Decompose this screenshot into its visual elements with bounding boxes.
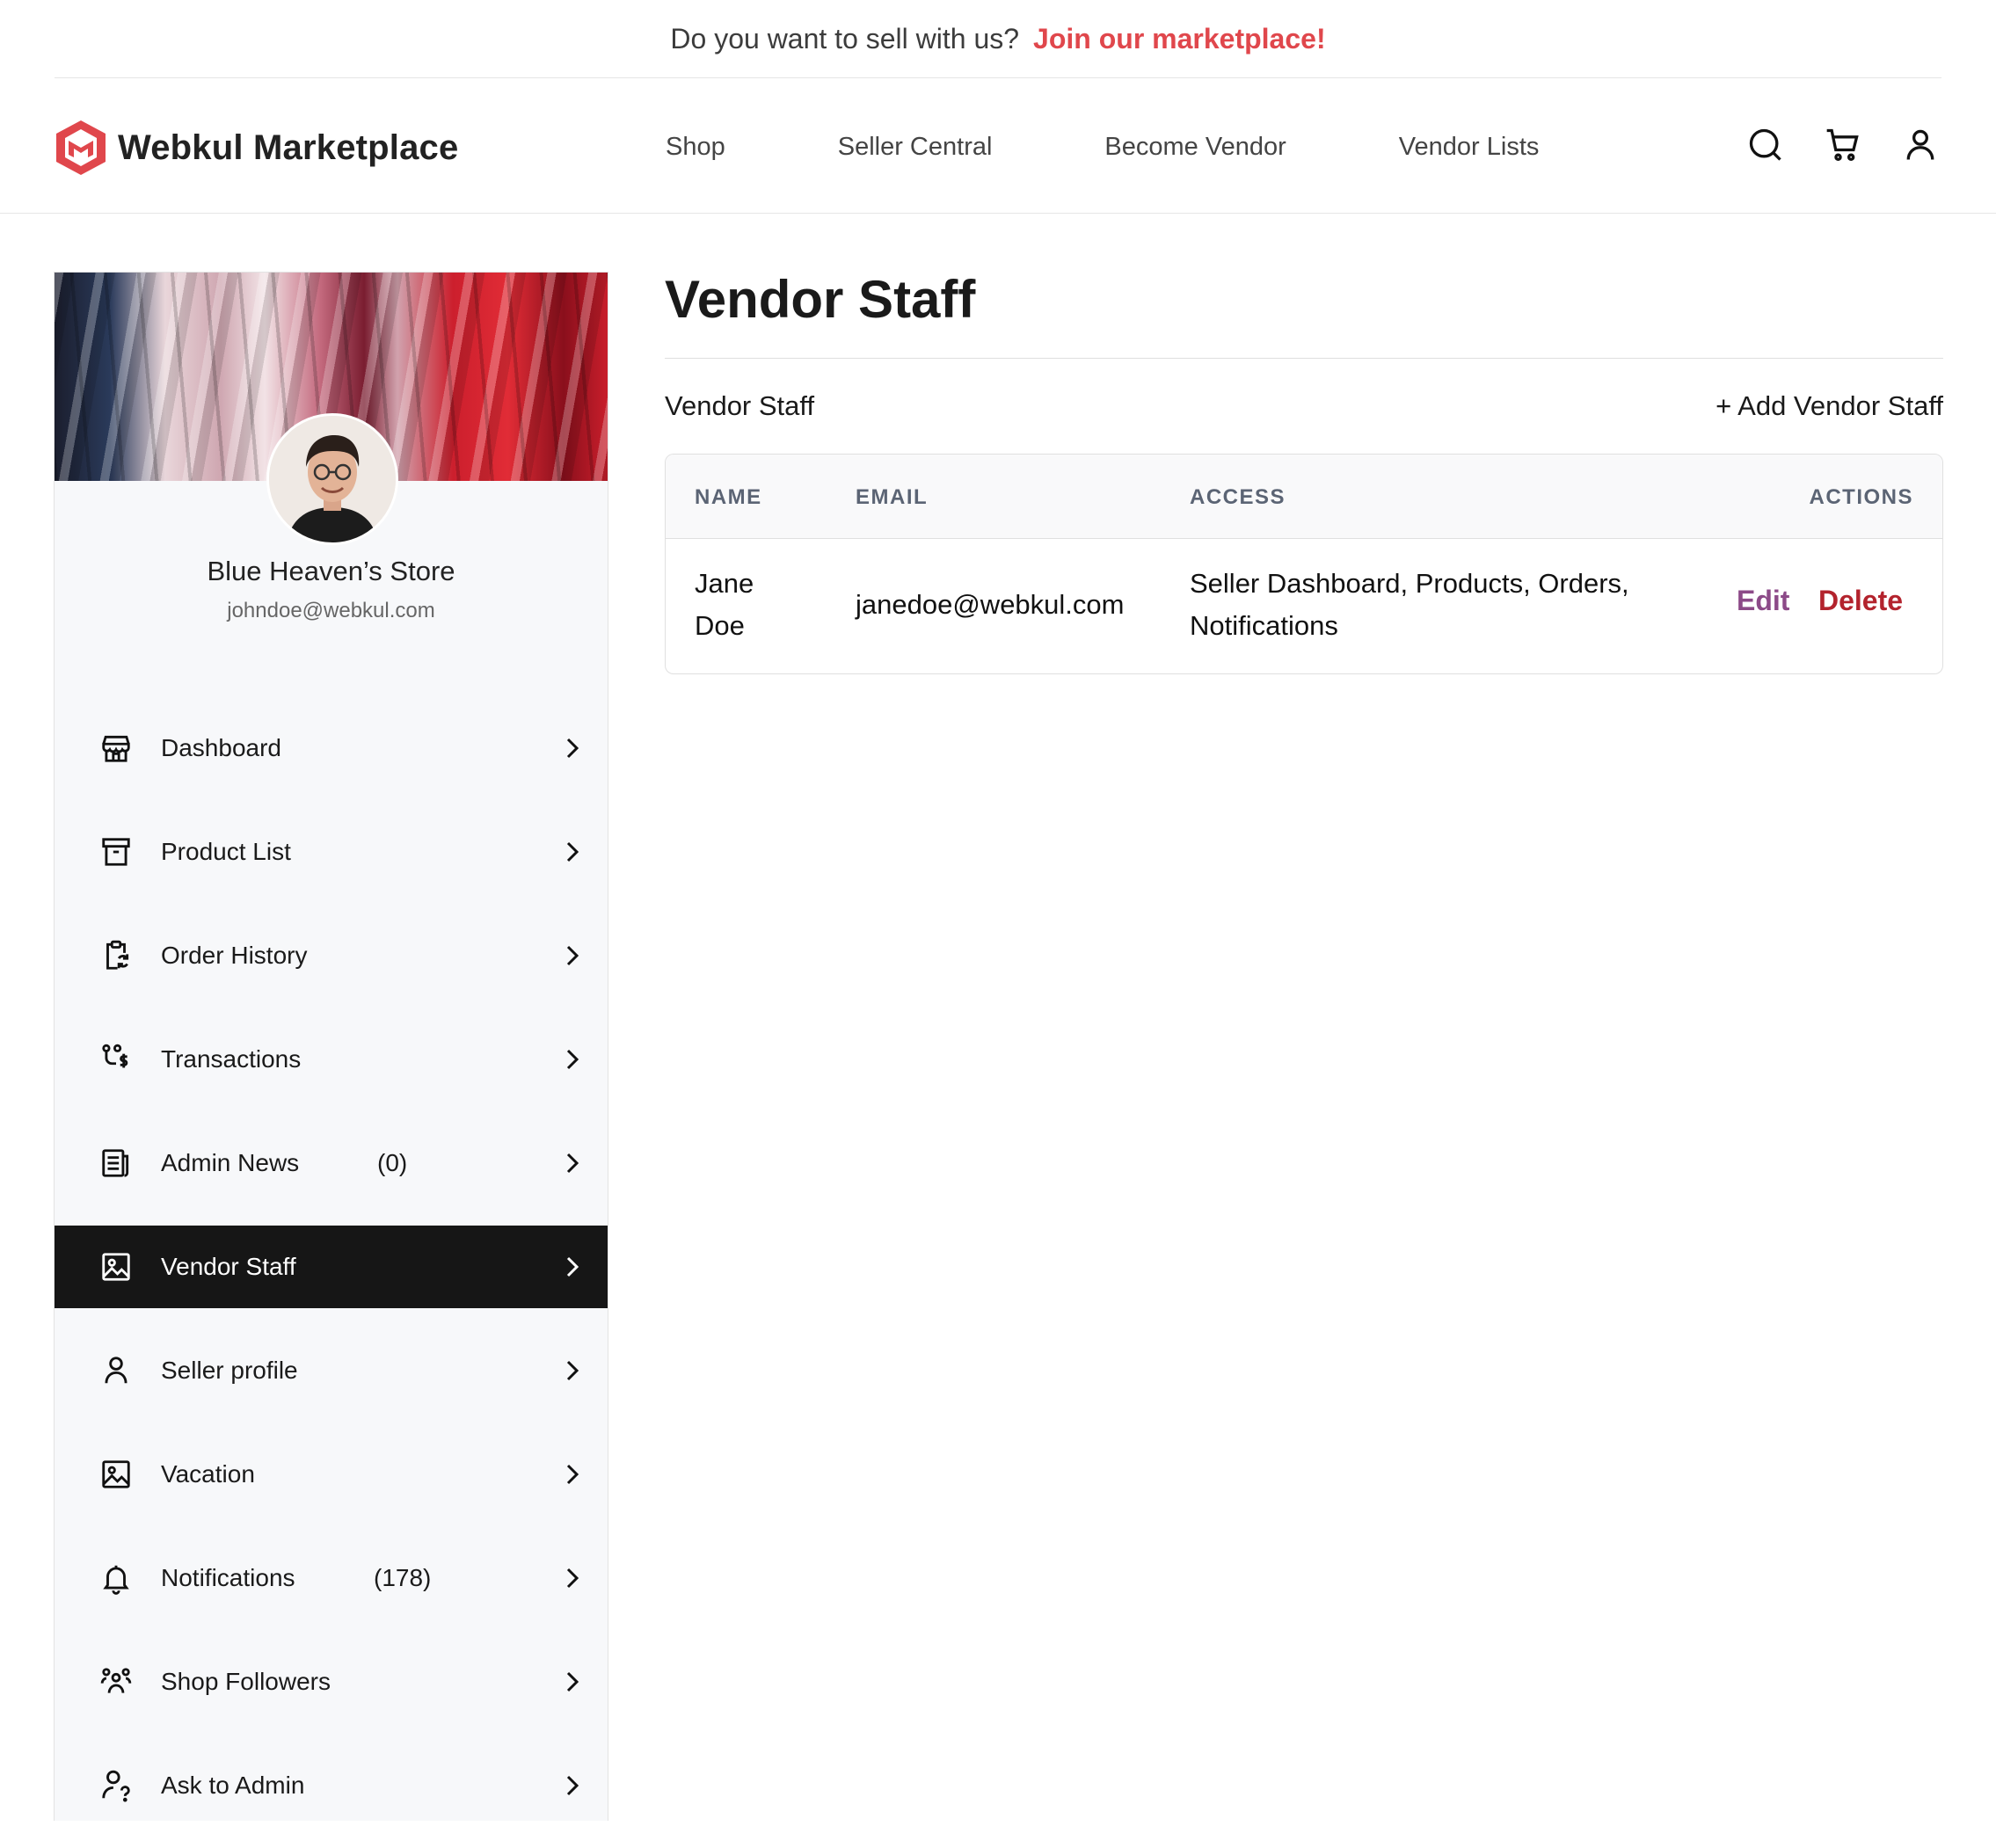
chevron-right-icon bbox=[563, 942, 582, 969]
chevron-right-icon bbox=[563, 1254, 582, 1280]
sidebar-item-label: Notifications bbox=[161, 1564, 295, 1591]
site-header: Webkul Marketplace Shop Seller Central B… bbox=[0, 78, 1996, 214]
nav-become-vendor[interactable]: Become Vendor bbox=[1104, 133, 1286, 162]
sidebar-item-label: Transactions bbox=[161, 1045, 302, 1073]
sidebar-item-label: Dashboard bbox=[161, 734, 281, 761]
avatar bbox=[266, 413, 398, 545]
sidebar-item-product-list[interactable]: Product List bbox=[55, 811, 608, 893]
sidebar-item-order-history[interactable]: Order History bbox=[55, 914, 608, 997]
vendor-sidebar: Blue Heaven’s Store johndoe@webkul.com D… bbox=[54, 272, 608, 1821]
sidebar-item-label: Product List bbox=[161, 838, 291, 865]
main-content: Vendor Staff Vendor Staff + Add Vendor S… bbox=[665, 272, 1943, 674]
account-user-icon[interactable] bbox=[1899, 124, 1941, 166]
sidebar-item-seller-profile[interactable]: Seller profile bbox=[55, 1329, 608, 1412]
column-header-email: EMAIL bbox=[856, 485, 929, 509]
section-title: Vendor Staff bbox=[665, 390, 815, 421]
store-icon bbox=[98, 731, 134, 766]
admin-news-count: (0) bbox=[377, 1149, 408, 1176]
user-question-icon bbox=[98, 1768, 134, 1803]
chevron-right-icon bbox=[563, 1150, 582, 1176]
column-header-name: NAME bbox=[695, 485, 762, 509]
archive-icon bbox=[98, 834, 134, 869]
sidebar-item-dashboard[interactable]: Dashboard bbox=[55, 707, 608, 789]
clipboard-sync-icon bbox=[98, 938, 134, 973]
sidebar-item-vacation[interactable]: Vacation bbox=[55, 1433, 608, 1516]
chevron-right-icon bbox=[563, 1046, 582, 1073]
chevron-right-icon bbox=[563, 1357, 582, 1384]
chevron-right-icon bbox=[563, 1565, 582, 1591]
user-icon bbox=[98, 1353, 134, 1388]
news-icon bbox=[98, 1146, 134, 1181]
sidebar-item-label: Seller profile bbox=[161, 1357, 298, 1384]
sidebar-item-label: Order History bbox=[161, 942, 308, 969]
sidebar-item-label: Admin News bbox=[161, 1149, 300, 1176]
nav-seller-central[interactable]: Seller Central bbox=[838, 133, 993, 162]
sidebar-item-shop-followers[interactable]: Shop Followers bbox=[55, 1641, 608, 1723]
chevron-right-icon bbox=[563, 1461, 582, 1488]
search-icon[interactable] bbox=[1745, 124, 1787, 166]
image-icon bbox=[98, 1249, 134, 1284]
brand-logo[interactable]: Webkul Marketplace bbox=[55, 119, 458, 177]
brand-name: Webkul Marketplace bbox=[118, 127, 459, 167]
edit-button[interactable]: Edit bbox=[1737, 585, 1789, 617]
nav-vendor-lists[interactable]: Vendor Lists bbox=[1399, 133, 1540, 162]
image-icon bbox=[98, 1457, 134, 1492]
main-nav: Shop Seller Central Become Vendor Vendor… bbox=[666, 133, 1651, 162]
delete-button[interactable]: Delete bbox=[1818, 585, 1903, 617]
sidebar-menu: Dashboard Product List Order History Tra… bbox=[55, 707, 608, 1848]
sidebar-item-label: Ask to Admin bbox=[161, 1772, 305, 1799]
sidebar-item-vendor-staff[interactable]: Vendor Staff bbox=[55, 1226, 608, 1308]
promo-text: Do you want to sell with us? bbox=[670, 22, 1020, 55]
page-title: Vendor Staff bbox=[665, 270, 976, 329]
staff-access: Seller Dashboard, Products, Orders, Noti… bbox=[1190, 568, 1629, 641]
users-icon bbox=[98, 1664, 134, 1699]
table-row: Jane Doe janedoe@webkul.com Seller Dashb… bbox=[666, 539, 1942, 673]
promo-bar: Do you want to sell with us? Join our ma… bbox=[55, 0, 1941, 78]
table-header: NAME EMAIL ACCESS ACTIONS bbox=[666, 455, 1942, 539]
sidebar-item-ask-to-admin[interactable]: Ask to Admin bbox=[55, 1744, 608, 1827]
store-email: johndoe@webkul.com bbox=[227, 599, 435, 622]
chevron-right-icon bbox=[563, 1772, 582, 1799]
sidebar-item-label: Vacation bbox=[161, 1460, 255, 1488]
section-header: Vendor Staff + Add Vendor Staff bbox=[665, 359, 1943, 454]
chevron-right-icon bbox=[563, 1669, 582, 1695]
cart-icon[interactable] bbox=[1822, 124, 1864, 166]
add-vendor-staff-button[interactable]: + Add Vendor Staff bbox=[1716, 390, 1943, 422]
staff-email: janedoe@webkul.com bbox=[856, 589, 1125, 620]
nav-shop[interactable]: Shop bbox=[666, 133, 725, 162]
sidebar-item-label: Vendor Staff bbox=[161, 1253, 296, 1280]
bell-icon bbox=[98, 1561, 134, 1596]
column-header-actions: ACTIONS bbox=[1809, 485, 1913, 509]
store-name: Blue Heaven’s Store bbox=[207, 556, 455, 586]
chevron-right-icon bbox=[563, 839, 582, 865]
webkul-logo-icon bbox=[56, 120, 106, 175]
sidebar-item-admin-news[interactable]: Admin News (0) bbox=[55, 1122, 608, 1204]
sidebar-item-label: Shop Followers bbox=[161, 1668, 331, 1695]
column-header-access: ACCESS bbox=[1190, 485, 1286, 509]
header-actions bbox=[1709, 124, 1941, 166]
sidebar-item-transactions[interactable]: Transactions bbox=[55, 1018, 608, 1101]
join-marketplace-link[interactable]: Join our marketplace! bbox=[1033, 23, 1326, 55]
vendor-staff-table: NAME EMAIL ACCESS ACTIONS Jane Doe janed… bbox=[665, 454, 1943, 674]
notifications-count: (178) bbox=[374, 1564, 432, 1591]
chevron-right-icon bbox=[563, 735, 582, 761]
staff-name: Jane Doe bbox=[695, 568, 754, 641]
transaction-dollar-icon bbox=[98, 1042, 134, 1077]
sidebar-item-notifications[interactable]: Notifications (178) bbox=[55, 1537, 608, 1619]
